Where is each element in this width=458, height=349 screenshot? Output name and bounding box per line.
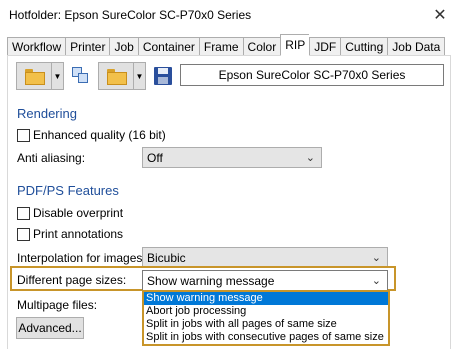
tab-cutting[interactable]: Cutting — [340, 37, 388, 56]
print-annotations-label: Print annotations — [33, 227, 124, 241]
dropdown-option[interactable]: Split in jobs with all pages of same siz… — [144, 318, 388, 331]
advanced-button[interactable]: Advanced... — [16, 317, 84, 339]
dropdown-option[interactable]: Split in jobs with consecutive pages of … — [144, 331, 388, 344]
print-annotations-checkbox[interactable]: Print annotations — [17, 226, 123, 242]
folder-split-button[interactable]: ▼ — [98, 62, 146, 90]
anti-aliasing-select[interactable]: Off ⌄ — [142, 147, 322, 168]
save-icon — [154, 67, 172, 85]
tab-workflow[interactable]: Workflow — [7, 37, 66, 56]
close-icon[interactable]: ✕ — [428, 3, 452, 27]
tab-color[interactable]: Color — [242, 37, 281, 56]
tab-bar: Workflow Printer Job Container Frame Col… — [7, 34, 446, 56]
tab-jdf[interactable]: JDF — [309, 37, 341, 56]
page-sizes-label: Different page sizes: — [17, 273, 127, 287]
multipage-label: Multipage files: — [17, 298, 98, 312]
tab-printer[interactable]: Printer — [65, 37, 110, 56]
dropdown-option[interactable]: Show warning message — [144, 292, 388, 305]
enhanced-quality-checkbox[interactable]: Enhanced quality (16 bit) — [17, 127, 166, 143]
window-title: Hotfolder: Epson SureColor SC-P70x0 Seri… — [9, 8, 252, 22]
title-bar: Hotfolder: Epson SureColor SC-P70x0 Seri… — [0, 0, 458, 30]
chevron-down-icon: ⌄ — [371, 252, 381, 264]
open-folder-split-button[interactable]: ▼ — [16, 62, 64, 90]
tab-container[interactable]: Container — [137, 37, 199, 56]
tab-job[interactable]: Job — [109, 37, 138, 56]
chevron-down-icon: ⌄ — [371, 275, 381, 287]
rendering-heading: Rendering — [17, 106, 77, 121]
interpolation-select[interactable]: Bicubic ⌄ — [142, 247, 388, 268]
checkbox-box[interactable] — [17, 128, 30, 142]
folder-icon — [107, 69, 127, 85]
chevron-down-icon: ⌄ — [305, 152, 315, 164]
checkbox-box[interactable] — [17, 227, 30, 241]
pdfps-heading: PDF/PS Features — [17, 183, 119, 198]
interpolation-label: Interpolation for images: — [17, 251, 146, 265]
interpolation-value: Bicubic — [147, 250, 186, 265]
multi-window-button[interactable] — [66, 62, 96, 90]
save-button[interactable] — [148, 62, 178, 90]
enhanced-quality-label: Enhanced quality (16 bit) — [33, 128, 166, 142]
anti-aliasing-value: Off — [147, 150, 163, 165]
tab-rip[interactable]: RIP — [280, 34, 310, 56]
page-sizes-dropdown: Show warning message Abort job processin… — [142, 290, 390, 346]
tab-job-data[interactable]: Job Data — [387, 37, 446, 56]
disable-overprint-label: Disable overprint — [33, 206, 124, 220]
dropdown-option[interactable]: Abort job processing — [144, 305, 388, 318]
device-name-field: Epson SureColor SC-P70x0 Series — [180, 64, 444, 86]
open-folder-icon — [25, 69, 45, 85]
page-sizes-select[interactable]: Show warning message ⌄ — [142, 270, 388, 291]
page-sizes-value: Show warning message — [147, 273, 275, 288]
anti-aliasing-label: Anti aliasing: — [17, 151, 86, 165]
disable-overprint-checkbox[interactable]: Disable overprint — [17, 205, 123, 221]
chevron-down-icon[interactable]: ▼ — [51, 63, 63, 89]
multi-window-icon — [72, 67, 90, 85]
tab-frame[interactable]: Frame — [198, 37, 243, 56]
checkbox-box[interactable] — [17, 206, 30, 220]
chevron-down-icon[interactable]: ▼ — [133, 63, 145, 89]
